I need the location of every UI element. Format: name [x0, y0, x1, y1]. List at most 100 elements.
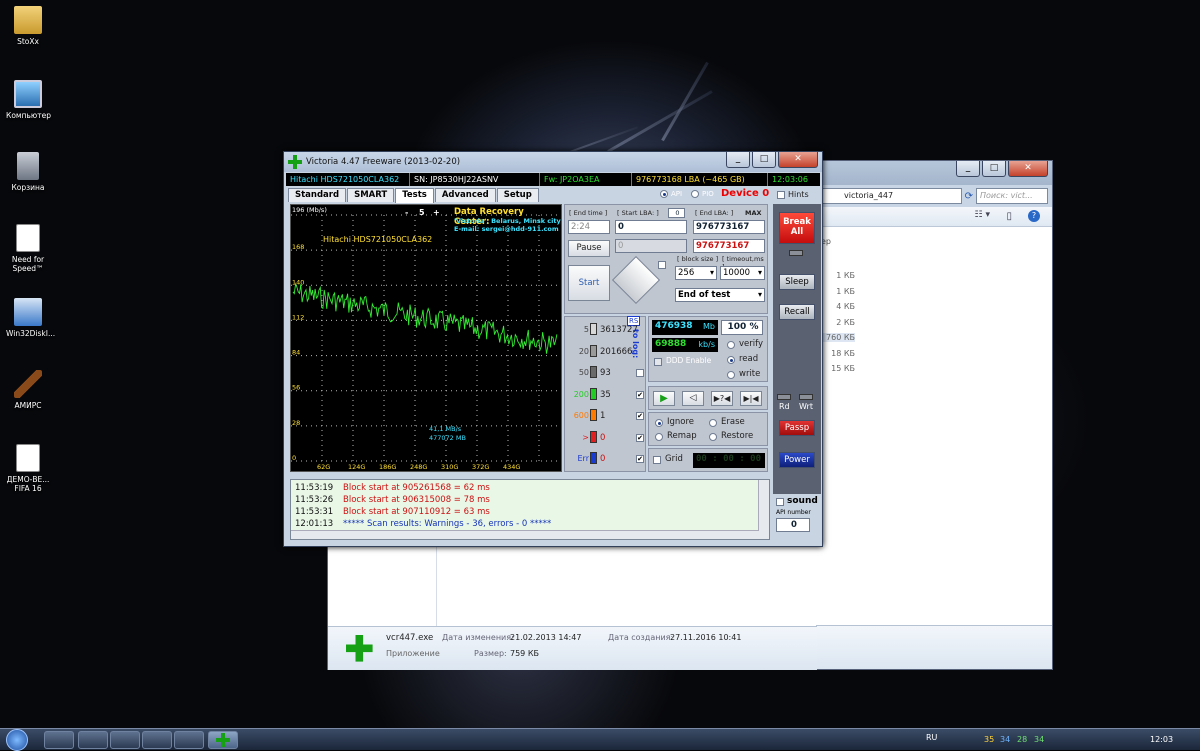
nav-checkbox[interactable]: [658, 261, 666, 269]
close-button[interactable]: ✕: [1008, 161, 1048, 177]
stat-log-checkbox[interactable]: ✔: [636, 455, 644, 463]
pio-radio[interactable]: [691, 190, 699, 198]
rewind-icon[interactable]: ◁: [682, 391, 704, 406]
view-options-icon[interactable]: ☷ ▾: [975, 210, 990, 220]
language-indicator[interactable]: RU: [926, 733, 937, 742]
start-orb[interactable]: [6, 729, 28, 751]
gavel-icon: [14, 370, 42, 398]
write-radio[interactable]: [727, 371, 735, 379]
start-lba-small[interactable]: 0: [668, 208, 685, 218]
desktop-icon-fifa[interactable]: ДЕМО-ВЕ... FIFA 16: [6, 444, 50, 493]
api-number-field[interactable]: 0: [776, 518, 810, 532]
refresh-icon[interactable]: ⟳: [965, 191, 973, 202]
desktop-icon-amirs[interactable]: АМИРС: [6, 370, 50, 410]
log-hscrollbar[interactable]: [291, 530, 759, 539]
close-button[interactable]: ✕: [778, 152, 818, 168]
scale-plus-button[interactable]: +: [433, 208, 440, 217]
start-button[interactable]: Start: [568, 265, 610, 301]
remap-radio[interactable]: [655, 433, 663, 441]
created-value: 27.11.2016 10:41: [670, 633, 742, 642]
break-all-button[interactable]: Break All: [779, 212, 815, 244]
desktop-icon-computer[interactable]: Компьютер: [6, 80, 51, 120]
help-icon[interactable]: ?: [1028, 210, 1040, 222]
log-message: Block start at 905261568 = 62 ms: [343, 483, 490, 493]
sound-checkbox[interactable]: [776, 498, 784, 506]
tab-smart[interactable]: SMART: [347, 188, 395, 202]
sleep-button[interactable]: Sleep: [779, 274, 815, 290]
window-title: Victoria 4.47 Freeware (2013-02-20): [306, 157, 461, 167]
desktop-icon-recycle-bin[interactable]: Корзина: [6, 152, 50, 192]
y-tick-label: 28: [292, 419, 300, 427]
verify-radio[interactable]: [727, 341, 735, 349]
grid-timer-panel: Grid 00 : 00 : 00: [648, 448, 768, 472]
pause-button[interactable]: Pause: [568, 240, 610, 257]
tab-advanced[interactable]: Advanced: [434, 188, 496, 202]
ie-taskbar-icon[interactable]: [44, 731, 74, 749]
desktop-icon-need-for-speed[interactable]: Need for Speed™: [6, 224, 50, 273]
end-action-select[interactable]: End of test: [675, 288, 765, 302]
max-button[interactable]: MAX: [745, 209, 762, 217]
stat-label: 50: [578, 368, 589, 377]
maximize-button[interactable]: □: [752, 152, 776, 168]
desktop-icon-win32diskimager[interactable]: Win32DiskI...: [6, 298, 55, 338]
clock: 12:03:06: [772, 175, 808, 184]
stat-count: 3613727: [600, 325, 638, 335]
skype-taskbar-icon[interactable]: [174, 731, 204, 749]
end-time-field[interactable]: 2:24: [568, 220, 610, 234]
recall-button[interactable]: Recall: [779, 304, 815, 320]
graph-canvas: 168 140 112 84 56 28 0 62G 124G 186G 248G 310G 372G 4…: [291, 214, 561, 471]
drive-lba: 976773168 LBA (~465 GB): [632, 173, 768, 186]
victoria-taskbar-icon[interactable]: [208, 731, 238, 749]
end-lba-field-2[interactable]: 976773167: [693, 239, 765, 253]
start-lba-field[interactable]: 0: [615, 220, 687, 234]
play-icon[interactable]: ▶: [653, 391, 675, 406]
file-size: 760 КБ: [821, 333, 855, 342]
log-scrollbar[interactable]: [758, 480, 769, 539]
log-row: 11:53:31 Block start at 907110912 = 63 ms: [291, 506, 769, 518]
ddd-checkbox[interactable]: [654, 358, 662, 366]
read-radio[interactable]: [727, 356, 735, 364]
installer-icon: [14, 298, 42, 326]
taskbar-clock[interactable]: 12:03: [1150, 735, 1173, 744]
stat-count: 0: [600, 454, 606, 464]
tab-setup[interactable]: Setup: [496, 188, 539, 202]
stat-log-checkbox[interactable]: ✔: [636, 433, 644, 442]
chrome-taskbar-icon[interactable]: [142, 731, 172, 749]
tab-tests[interactable]: Tests: [395, 188, 434, 203]
navigation-pad[interactable]: [611, 255, 661, 305]
scale-minus-button[interactable]: -: [405, 208, 408, 217]
timeout-select[interactable]: 10000: [720, 266, 765, 280]
address-field[interactable]: victoria_447: [819, 188, 962, 204]
read-label: read: [739, 354, 759, 364]
remap-label: Remap: [667, 431, 697, 441]
media-taskbar-icon[interactable]: [110, 731, 140, 749]
explorer-taskbar-icon[interactable]: [78, 731, 108, 749]
power-button[interactable]: Power: [779, 452, 815, 468]
erase-radio[interactable]: [709, 419, 717, 427]
stat-log-checkbox[interactable]: ✔: [636, 412, 644, 420]
restore-radio[interactable]: [709, 433, 717, 441]
y-tick-label: 112: [292, 313, 304, 321]
stat-log-checkbox[interactable]: ✔: [636, 390, 644, 399]
passp-button[interactable]: Passp: [779, 420, 815, 436]
block-size-select[interactable]: 256: [675, 266, 717, 280]
api-radio[interactable]: [660, 190, 668, 198]
seek-icon[interactable]: ▶?◀: [711, 391, 733, 406]
rd-indicator: [777, 394, 791, 400]
tab-standard[interactable]: Standard: [288, 188, 347, 202]
stat-log-checkbox[interactable]: [636, 369, 644, 377]
search-input[interactable]: Поиск: vict...: [976, 188, 1048, 204]
end-lba-field[interactable]: 976773167: [693, 220, 765, 234]
preview-pane-icon[interactable]: ▯: [1006, 211, 1012, 222]
modified-label: Дата изменения:: [442, 633, 514, 642]
desktop-icon-stoxx[interactable]: StoXx: [6, 6, 50, 46]
minimize-button[interactable]: _: [726, 152, 750, 168]
explorer-content-left: vcr447.exe Приложение Дата изменения: 21…: [327, 547, 817, 670]
minimize-button[interactable]: _: [956, 161, 980, 177]
hints-checkbox[interactable]: [777, 191, 785, 199]
to-end-icon[interactable]: ▶|◀: [740, 391, 762, 406]
grid-checkbox[interactable]: [653, 456, 661, 464]
access-time-stats: RS to log: 5 3613727 20 201666 50 93 200 35 ✔ 600…: [564, 316, 646, 472]
ignore-radio[interactable]: [655, 419, 663, 427]
maximize-button[interactable]: □: [982, 161, 1006, 177]
